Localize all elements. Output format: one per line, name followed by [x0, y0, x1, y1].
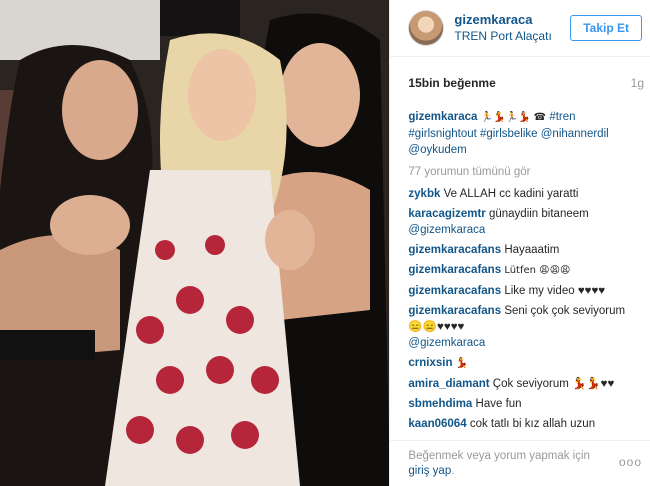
- comment-username[interactable]: gizemkaracafans: [408, 264, 501, 276]
- photo-illustration: [0, 0, 390, 486]
- post-stats: 15bin beğenme 1g: [390, 57, 650, 109]
- comment-text: Have fun: [475, 398, 522, 410]
- comment-text: Hayaaatim: [504, 244, 560, 256]
- avatar[interactable]: [408, 10, 445, 46]
- comment-item: amira_diamant Çok seviyorum 💃💃♥♥: [408, 376, 640, 392]
- post-age: 1g: [630, 76, 644, 90]
- comment-item: gizemkaracafans Lütfen 😩😩😩: [408, 262, 640, 279]
- mention-nihannerdil[interactable]: @nihannerdil: [541, 128, 609, 140]
- mention-oykudem[interactable]: @oykudem: [408, 144, 466, 156]
- caption: gizemkaraca 🏃💃🏃💃 ☎ #tren #girlsnightout …: [408, 109, 640, 158]
- username-link[interactable]: gizemkaraca: [454, 11, 570, 28]
- comment-username[interactable]: gizemkaracafans: [408, 285, 501, 297]
- load-more-comments[interactable]: 77 yorumun tümünü gör: [408, 164, 640, 180]
- more-options-icon[interactable]: ooo: [619, 455, 642, 470]
- comment-text: günaydiin bitaneem: [488, 208, 589, 220]
- footer-period: .: [451, 465, 455, 477]
- comment-text: cok tatlı bi kız allah uzun: [469, 418, 596, 430]
- instagram-post: gizemkaraca TREN Port Alaçatı Takip Et 1…: [0, 0, 650, 486]
- comment-item: zykbk Ve ALLAH cc kadini yaratti: [408, 186, 640, 202]
- header-text: gizemkaraca TREN Port Alaçatı: [454, 11, 570, 45]
- comment-username[interactable]: karacagizemtr: [408, 208, 485, 220]
- comment-text: Like my video ♥♥♥♥: [504, 285, 606, 297]
- comment-mention[interactable]: @gizemkaraca: [408, 224, 485, 236]
- comment-item: kaan06064 cok tatlı bi kız allah uzun: [408, 416, 640, 432]
- likes-count[interactable]: 15bin beğenme: [408, 76, 495, 90]
- caption-username[interactable]: gizemkaraca: [408, 111, 477, 123]
- comment-mention[interactable]: @gizemkaraca: [408, 337, 485, 349]
- comment-username[interactable]: zykbk: [408, 188, 440, 200]
- comment-item: crnixsin 💃: [408, 355, 640, 372]
- comment-item: sbmehdima Have fun: [408, 396, 640, 412]
- comments-list: gizemkaraca 🏃💃🏃💃 ☎ #tren #girlsnightout …: [390, 109, 650, 444]
- comment-item: gizemkaracafans Like my video ♥♥♥♥: [408, 283, 640, 299]
- login-link[interactable]: giriş yap: [408, 465, 451, 477]
- post-photo[interactable]: [0, 0, 390, 486]
- location-link[interactable]: TREN Port Alaçatı: [454, 28, 570, 45]
- comment-text: Çok seviyorum 💃💃♥♥: [492, 378, 615, 390]
- comment-username[interactable]: gizemkaracafans: [408, 244, 501, 256]
- comment-text: Lütfen 😩😩😩: [504, 265, 571, 276]
- post-header: gizemkaraca TREN Port Alaçatı Takip Et: [390, 0, 650, 57]
- comment-username[interactable]: kaan06064: [408, 418, 466, 430]
- comment-text: Ve ALLAH cc kadini yaratti: [443, 188, 579, 200]
- hashtag-girlsbelike[interactable]: #girlsbelike: [480, 128, 538, 140]
- footer-prompt: Beğenmek veya yorum yapmak için: [408, 450, 590, 462]
- comment-item: karacagizemtr günaydiin bitaneem @gizemk…: [408, 206, 640, 238]
- follow-button[interactable]: Takip Et: [570, 15, 642, 41]
- caption-emojis: 🏃💃🏃💃 ☎: [480, 112, 547, 123]
- comment-footer: Beğenmek veya yorum yapmak için giriş ya…: [390, 440, 650, 486]
- comment-text: 💃: [455, 358, 469, 369]
- comment-username[interactable]: amira_diamant: [408, 378, 489, 390]
- comment-username[interactable]: gizemkaracafans: [408, 305, 501, 317]
- hashtag-tren[interactable]: #tren: [549, 111, 575, 123]
- comment-username[interactable]: sbmehdima: [408, 398, 472, 410]
- comment-item: gizemkaracafans Seni çok çok seviyorum 😑…: [408, 303, 640, 351]
- hashtag-girlsnightout[interactable]: #girlsnightout: [408, 128, 476, 140]
- post-sidebar: gizemkaraca TREN Port Alaçatı Takip Et 1…: [389, 0, 650, 486]
- comment-username[interactable]: crnixsin: [408, 357, 452, 369]
- comment-item: gizemkaracafans Hayaaatim: [408, 242, 640, 258]
